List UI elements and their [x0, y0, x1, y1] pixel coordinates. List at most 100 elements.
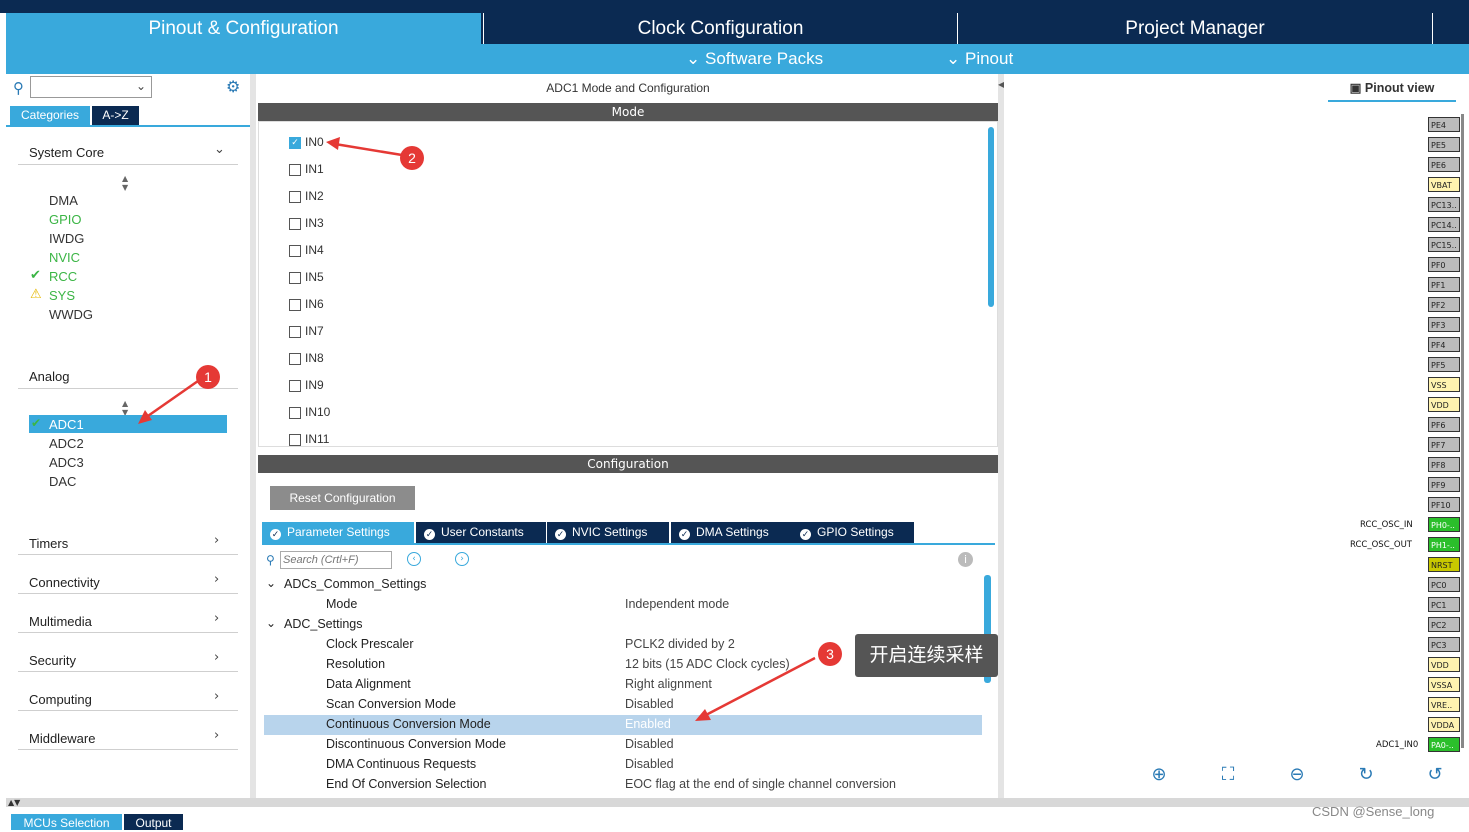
sys-item-iwdg[interactable]: IWDG [49, 231, 84, 246]
category-middleware[interactable]: Middleware [29, 731, 95, 746]
param-value[interactable]: Enabled [625, 717, 671, 731]
chevron-right-icon[interactable]: › [214, 572, 219, 587]
param-row[interactable]: Data Alignment Right alignment [264, 675, 982, 695]
analog-item-adc1[interactable]: ADC1 [49, 417, 84, 432]
mode-scrollbar[interactable] [988, 127, 994, 307]
zoom-out-icon[interactable]: ⊖ [1286, 764, 1308, 786]
pin[interactable]: VDDA [1428, 717, 1460, 732]
pin[interactable]: PF1 [1428, 277, 1460, 292]
parameter-search-input[interactable] [280, 551, 392, 569]
pin[interactable]: VDD [1428, 657, 1460, 672]
param-value[interactable]: PCLK2 divided by 2 [625, 637, 735, 651]
tab-categories[interactable]: Categories [10, 106, 90, 125]
category-multimedia[interactable]: Multimedia [29, 614, 92, 629]
pin[interactable]: VSS [1428, 377, 1460, 392]
pin[interactable]: PC2 [1428, 617, 1460, 632]
tab-dma-settings[interactable]: ✓ DMA Settings [671, 522, 795, 543]
pin[interactable]: PC0 [1428, 577, 1460, 592]
next-result-icon[interactable]: › [455, 552, 469, 566]
software-packs-menu[interactable]: ⌄ Software Packs [686, 49, 823, 69]
chevron-right-icon[interactable]: › [214, 611, 219, 626]
pinout-menu[interactable]: ⌄ Pinout [946, 49, 1013, 69]
pin[interactable]: PE5 [1428, 137, 1460, 152]
info-icon[interactable]: i [958, 552, 973, 567]
pin[interactable]: VSSA [1428, 677, 1460, 692]
pin[interactable]: PE4 [1428, 117, 1460, 132]
channel-checkbox[interactable] [289, 218, 301, 230]
param-value[interactable]: Right alignment [625, 677, 712, 691]
param-row[interactable]: DMA Continuous Requests Disabled [264, 755, 982, 775]
analog-item-dac[interactable]: DAC [49, 474, 76, 489]
sys-item-gpio[interactable]: GPIO [49, 212, 82, 227]
channel-checkbox[interactable] [289, 353, 301, 365]
pin[interactable]: PE6 [1428, 157, 1460, 172]
reset-configuration-button[interactable]: Reset Configuration [270, 486, 415, 510]
channel-checkbox[interactable] [289, 407, 301, 419]
gear-icon[interactable]: ⚙ [226, 77, 240, 96]
chevron-down-icon[interactable]: ⌄ [266, 576, 276, 590]
param-row[interactable]: Mode Independent mode [264, 595, 982, 615]
pin[interactable]: PC15.. [1428, 237, 1460, 252]
category-computing[interactable]: Computing [29, 692, 92, 707]
category-system-core[interactable]: System Core [29, 145, 104, 160]
pin[interactable]: PC3 [1428, 637, 1460, 652]
pin[interactable]: PF6 [1428, 417, 1460, 432]
pin[interactable]: PF0 [1428, 257, 1460, 272]
tab-parameter-settings[interactable]: ✓ Parameter Settings [262, 522, 414, 543]
param-value[interactable]: EOC flag at the end of single channel co… [625, 777, 896, 791]
chevron-right-icon[interactable]: › [214, 728, 219, 743]
pin[interactable]: VRE.. [1428, 697, 1460, 712]
chevron-down-icon[interactable]: ⌄ [266, 616, 276, 630]
fit-screen-icon[interactable]: ⛶ [1217, 764, 1239, 786]
channel-checkbox[interactable] [289, 299, 301, 311]
param-row[interactable]: Discontinuous Conversion Mode Disabled [264, 735, 982, 755]
analog-item-adc2[interactable]: ADC2 [49, 436, 84, 451]
param-value[interactable]: Disabled [625, 737, 674, 751]
tab-mcus-selection[interactable]: MCUs Selection [11, 814, 122, 830]
channel-checkbox[interactable] [289, 191, 301, 203]
tab-output[interactable]: Output [124, 814, 183, 830]
chevron-down-icon[interactable]: ⌄ [214, 142, 225, 157]
chevron-right-icon[interactable]: › [214, 689, 219, 704]
param-row[interactable]: Scan Conversion Mode Disabled [264, 695, 982, 715]
group-row[interactable]: ⌄ ADC_Settings [264, 615, 982, 635]
pin[interactable]: PF9 [1428, 477, 1460, 492]
pin[interactable]: PA0-.. [1428, 737, 1460, 752]
tab-clock-configuration[interactable]: Clock Configuration [483, 13, 957, 44]
tab-pinout-configuration[interactable]: Pinout & Configuration [6, 13, 481, 44]
pin[interactable]: PH0-.. [1428, 517, 1460, 532]
pin[interactable]: VDD [1428, 397, 1460, 412]
expand-collapse-icon[interactable]: ▲▼ [8, 798, 20, 807]
tab-user-constants[interactable]: ✓ User Constants [416, 522, 546, 543]
bottom-splitter[interactable] [6, 798, 1469, 807]
param-row-selected[interactable]: Continuous Conversion Mode Enabled [264, 715, 982, 735]
previous-result-icon[interactable]: ‹ [407, 552, 421, 566]
tab-gpio-settings[interactable]: ✓ GPIO Settings [792, 522, 914, 543]
category-security[interactable]: Security [29, 653, 76, 668]
group-row[interactable]: ⌄ ADCs_Common_Settings [264, 575, 982, 595]
param-value[interactable]: Disabled [625, 697, 674, 711]
sys-item-dma[interactable]: DMA [49, 193, 78, 208]
sys-item-rcc[interactable]: RCC [49, 269, 77, 284]
pin[interactable]: PF10 [1428, 497, 1460, 512]
param-value[interactable]: Independent mode [625, 597, 729, 611]
category-timers[interactable]: Timers [29, 536, 68, 551]
rotate-right-icon[interactable]: ↻ [1355, 764, 1377, 786]
pin[interactable]: PH1-.. [1428, 537, 1460, 552]
pin[interactable]: PC14.. [1428, 217, 1460, 232]
param-value[interactable]: 12 bits (15 ADC Clock cycles) [625, 657, 790, 671]
channel-checkbox[interactable] [289, 245, 301, 257]
chevron-right-icon[interactable]: › [214, 533, 219, 548]
tab-project-manager[interactable]: Project Manager [957, 13, 1432, 44]
rotate-left-icon[interactable]: ↺ [1424, 764, 1446, 786]
tab-a-z[interactable]: A->Z [92, 106, 139, 125]
analog-item-adc3[interactable]: ADC3 [49, 455, 84, 470]
tab-extra[interactable] [1432, 13, 1469, 44]
channel-checkbox[interactable] [289, 326, 301, 338]
category-analog[interactable]: Analog [29, 369, 69, 384]
pin[interactable]: PF8 [1428, 457, 1460, 472]
channel-checkbox[interactable]: ✓ [289, 137, 301, 149]
pin[interactable]: PC13.. [1428, 197, 1460, 212]
sys-item-sys[interactable]: SYS [49, 288, 75, 303]
pin[interactable]: NRST [1428, 557, 1460, 572]
